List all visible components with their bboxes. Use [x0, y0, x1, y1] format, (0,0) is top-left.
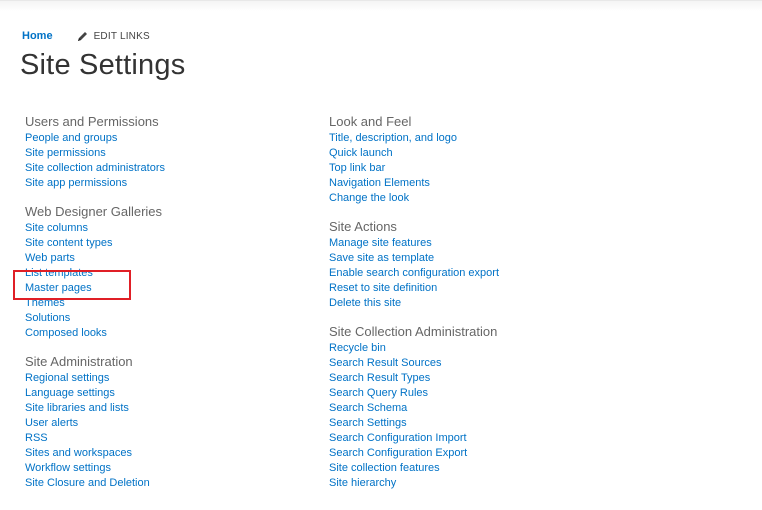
link-site-columns[interactable]: Site columns	[25, 221, 285, 236]
link-site-hierarchy[interactable]: Site hierarchy	[329, 476, 749, 491]
link-people-and-groups[interactable]: People and groups	[25, 131, 285, 146]
home-link[interactable]: Home	[22, 30, 53, 42]
link-solutions[interactable]: Solutions	[25, 311, 285, 326]
link-search-configuration-import[interactable]: Search Configuration Import	[329, 431, 749, 446]
link-change-the-look[interactable]: Change the look	[329, 191, 749, 206]
link-themes[interactable]: Themes	[25, 296, 285, 311]
link-user-alerts[interactable]: User alerts	[25, 416, 285, 431]
link-site-collection-administrators[interactable]: Site collection administrators	[25, 161, 285, 176]
link-composed-looks[interactable]: Composed looks	[25, 326, 285, 341]
link-search-result-types[interactable]: Search Result Types	[329, 371, 749, 386]
link-site-closure-and-deletion[interactable]: Site Closure and Deletion	[25, 476, 285, 491]
edit-links-label: EDIT LINKS	[93, 30, 150, 42]
link-search-settings[interactable]: Search Settings	[329, 416, 749, 431]
link-save-site-as-template[interactable]: Save site as template	[329, 251, 749, 266]
right-column: Look and Feel Title, description, and lo…	[329, 114, 749, 504]
section-site-collection-administration: Site Collection Administration Recycle b…	[329, 324, 749, 491]
section-users-and-permissions: Users and Permissions People and groups …	[25, 114, 285, 191]
left-column: Users and Permissions People and groups …	[25, 114, 285, 504]
breadcrumb: Home EDIT LINKS	[22, 30, 150, 42]
link-search-query-rules[interactable]: Search Query Rules	[329, 386, 749, 401]
link-delete-this-site[interactable]: Delete this site	[329, 296, 749, 311]
link-sites-and-workspaces[interactable]: Sites and workspaces	[25, 446, 285, 461]
link-workflow-settings[interactable]: Workflow settings	[25, 461, 285, 476]
page-title: Site Settings	[20, 49, 186, 81]
link-recycle-bin[interactable]: Recycle bin	[329, 341, 749, 356]
pencil-icon	[77, 31, 87, 41]
section-heading: Web Designer Galleries	[25, 204, 163, 219]
link-enable-search-config-export[interactable]: Enable search configuration export	[329, 266, 749, 281]
link-search-result-sources[interactable]: Search Result Sources	[329, 356, 749, 371]
link-master-pages[interactable]: Master pages	[25, 281, 285, 296]
section-site-actions: Site Actions Manage site features Save s…	[329, 219, 749, 311]
link-regional-settings[interactable]: Regional settings	[25, 371, 285, 386]
link-language-settings[interactable]: Language settings	[25, 386, 285, 401]
link-site-permissions[interactable]: Site permissions	[25, 146, 285, 161]
section-heading: Site Administration	[25, 354, 133, 369]
link-manage-site-features[interactable]: Manage site features	[329, 236, 749, 251]
section-look-and-feel: Look and Feel Title, description, and lo…	[329, 114, 749, 206]
section-heading: Site Collection Administration	[329, 324, 498, 339]
section-heading: Site Actions	[329, 219, 397, 234]
link-title-description-logo[interactable]: Title, description, and logo	[329, 131, 749, 146]
section-heading: Users and Permissions	[25, 114, 159, 129]
link-site-collection-features[interactable]: Site collection features	[329, 461, 749, 476]
link-top-link-bar[interactable]: Top link bar	[329, 161, 749, 176]
link-search-configuration-export[interactable]: Search Configuration Export	[329, 446, 749, 461]
link-site-app-permissions[interactable]: Site app permissions	[25, 176, 285, 191]
link-site-libraries-and-lists[interactable]: Site libraries and lists	[25, 401, 285, 416]
section-site-administration: Site Administration Regional settings La…	[25, 354, 285, 491]
top-bar-shadow	[0, 0, 762, 11]
link-site-content-types[interactable]: Site content types	[25, 236, 285, 251]
link-reset-to-site-definition[interactable]: Reset to site definition	[329, 281, 749, 296]
link-web-parts[interactable]: Web parts	[25, 251, 285, 266]
link-list-templates[interactable]: List templates	[25, 266, 285, 281]
link-search-schema[interactable]: Search Schema	[329, 401, 749, 416]
link-navigation-elements[interactable]: Navigation Elements	[329, 176, 749, 191]
section-heading: Look and Feel	[329, 114, 412, 129]
edit-links-button[interactable]: EDIT LINKS	[77, 31, 150, 42]
section-web-designer-galleries: Web Designer Galleries Site columns Site…	[25, 204, 285, 341]
link-rss[interactable]: RSS	[25, 431, 285, 446]
link-quick-launch[interactable]: Quick launch	[329, 146, 749, 161]
